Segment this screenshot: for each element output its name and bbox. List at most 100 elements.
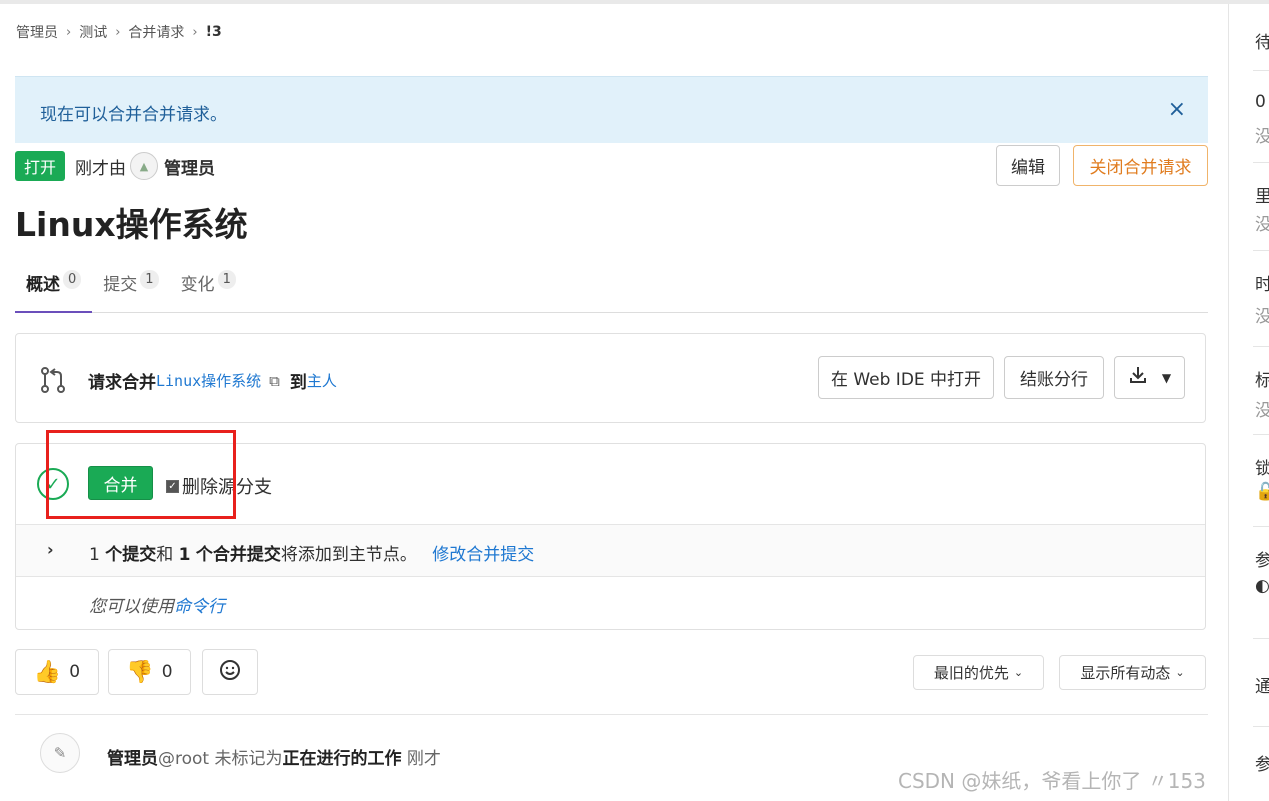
open-in-web-ide-button[interactable]: 在 Web IDE 中打开 — [818, 356, 994, 399]
thumbs-down-button[interactable]: 👎 0 — [108, 649, 191, 695]
checkout-branch-button[interactable]: 结账分行 — [1004, 356, 1104, 399]
tab-label: 提交 — [103, 275, 138, 295]
sort-label: 最旧的优先 — [933, 664, 1009, 682]
page-title: Linux操作系统 — [15, 205, 248, 244]
alert-message: 现在可以合并合并请求。 — [40, 105, 227, 125]
sidebar-divider — [1253, 162, 1269, 163]
close-icon[interactable]: × — [1168, 97, 1186, 122]
tab-commits[interactable]: 提交 1 — [92, 264, 169, 313]
tab-count: 0 — [63, 270, 82, 289]
sidebar-milestone-value: 没 — [1255, 210, 1269, 235]
merge-commit-count: 1 — [178, 545, 191, 565]
chevron-right-icon[interactable]: › — [47, 540, 54, 559]
breadcrumb-item-project[interactable]: 测试 — [79, 22, 107, 42]
commit-summary-text: 1 个提交和 1 个合并提交将添加到主节点。 修改合并提交 — [89, 540, 534, 565]
status-badge: 打开 — [15, 151, 66, 181]
close-merge-request-button[interactable]: 关闭合并请求 — [1073, 145, 1208, 186]
to-label: 到 — [289, 373, 307, 393]
chevron-right-icon: › — [115, 24, 121, 40]
chevron-right-icon: › — [66, 24, 72, 40]
main-content: 管理员 › 测试 › 合并请求 › !3 现在可以合并合并请求。 × 打开 刚才… — [0, 0, 1228, 801]
sidebar-labels-value: 没 — [1255, 396, 1269, 421]
request-label: 请求合并 — [88, 373, 156, 393]
activity-handle[interactable]: @root — [158, 749, 209, 769]
edit-icon: ✎ — [40, 733, 80, 773]
command-line-link[interactable]: 命令行 — [174, 597, 225, 617]
sidebar-participants[interactable]: 参 — [1255, 546, 1269, 571]
cmd-prefix: 您可以使用 — [89, 597, 174, 617]
sidebar-assignee-value: 没 — [1255, 122, 1269, 147]
mr-tabs: 概述 0 提交 1 变化 1 — [15, 264, 1208, 313]
watermark: CSDN @妹纸，爷看上你了 〃153 — [898, 769, 1206, 793]
highlight-box — [46, 430, 236, 519]
sidebar-lock[interactable]: 锁 — [1255, 454, 1269, 479]
chevron-down-icon: ⌄ — [1175, 666, 1185, 679]
sidebar-assignee-count: 0 — [1255, 92, 1266, 112]
add-reaction-button[interactable] — [202, 649, 258, 695]
merge-commit-word: 个合并提交 — [195, 545, 281, 565]
sidebar-reference[interactable]: 参 — [1255, 750, 1269, 775]
activity-time: 刚才 — [406, 749, 441, 769]
tab-count: 1 — [217, 270, 236, 289]
sidebar-notifications[interactable]: 通 — [1255, 672, 1269, 697]
thumbs-down-count: 0 — [161, 662, 173, 682]
activity-text: 未标记为 — [214, 749, 283, 769]
sidebar-divider — [1253, 250, 1269, 251]
lock-icon: 🔓 — [1255, 482, 1269, 502]
source-branch-link[interactable]: Linux操作系统 — [156, 370, 261, 391]
sort-dropdown[interactable]: 最旧的优先 ⌄ — [913, 655, 1044, 690]
sidebar-todo[interactable]: 待 — [1255, 28, 1269, 53]
sidebar-labels[interactable]: 标 — [1255, 366, 1269, 391]
thumbs-up-icon: 👍 — [33, 659, 62, 685]
sidebar-divider — [1253, 70, 1269, 71]
author-name[interactable]: 管理员 — [164, 154, 215, 179]
mr-status-row: 打开 刚才由 ▲ 管理员 — [15, 151, 215, 181]
tab-overview[interactable]: 概述 0 — [15, 264, 93, 313]
sidebar-time-tracking[interactable]: 时 — [1255, 270, 1269, 295]
commit-tail: 将添加到主节点。 — [280, 545, 417, 565]
chevron-right-icon: › — [192, 24, 198, 40]
activity-emph: 正在进行的工作 — [282, 749, 402, 769]
smiley-icon — [218, 658, 242, 687]
merge-request-icon — [38, 365, 68, 401]
filter-label: 显示所有动态 — [1080, 664, 1171, 682]
tab-label: 变化 — [180, 275, 215, 295]
commit-word: 个提交 — [105, 545, 157, 565]
breadcrumb: 管理员 › 测试 › 合并请求 › !3 — [16, 22, 222, 42]
sidebar-divider — [1253, 638, 1269, 639]
and-word: 和 — [156, 545, 174, 565]
chevron-down-icon: ⌄ — [1013, 666, 1024, 679]
caret-down-icon: ▼ — [1161, 370, 1172, 385]
sidebar-milestone[interactable]: 里 — [1255, 182, 1269, 207]
target-branch-link[interactable]: 主人 — [307, 370, 337, 391]
divider — [15, 714, 1208, 715]
thumbs-up-count: 0 — [69, 662, 81, 682]
activity-filter-dropdown[interactable]: 显示所有动态 ⌄ — [1059, 655, 1206, 690]
avatar[interactable]: ▲ — [130, 152, 159, 180]
sidebar-divider — [1253, 726, 1269, 727]
command-line-hint: 您可以使用命令行 — [89, 592, 225, 617]
tab-count: 1 — [140, 270, 159, 289]
tab-changes[interactable]: 变化 1 — [170, 264, 247, 313]
breadcrumb-item-merge-requests[interactable]: 合并请求 — [128, 22, 184, 42]
sidebar-divider — [1253, 526, 1269, 527]
activity-author[interactable]: 管理员 — [107, 749, 158, 769]
commit-count: 1 — [89, 545, 100, 565]
participant-avatar[interactable]: ◐ — [1255, 576, 1269, 596]
created-prefix: 刚才由 — [75, 158, 127, 179]
activity-item: 管理员@root 未标记为正在进行的工作 刚才 — [107, 744, 441, 769]
breadcrumb-item-current[interactable]: !3 — [206, 24, 222, 40]
download-dropdown[interactable]: ▼ — [1114, 356, 1185, 399]
modify-merge-commit-link[interactable]: 修改合并提交 — [432, 545, 534, 565]
info-alert: 现在可以合并合并请求。 × — [15, 76, 1208, 143]
breadcrumb-item-admin[interactable]: 管理员 — [16, 22, 58, 42]
edit-button[interactable]: 编辑 — [996, 145, 1060, 186]
commit-summary-row: › 1 个提交和 1 个合并提交将添加到主节点。 修改合并提交 — [16, 524, 1205, 577]
thumbs-up-button[interactable]: 👍 0 — [15, 649, 99, 695]
sidebar-divider — [1253, 434, 1269, 435]
copy-icon[interactable]: ⧉ — [269, 372, 280, 390]
download-icon — [1128, 365, 1148, 390]
merge-request-description: 请求合并 Linux操作系统 ⧉ 到 主人 — [88, 368, 337, 394]
merge-request-widget: 请求合并 Linux操作系统 ⧉ 到 主人 在 Web IDE 中打开 结账分行… — [15, 333, 1206, 423]
sidebar-divider — [1253, 346, 1269, 347]
